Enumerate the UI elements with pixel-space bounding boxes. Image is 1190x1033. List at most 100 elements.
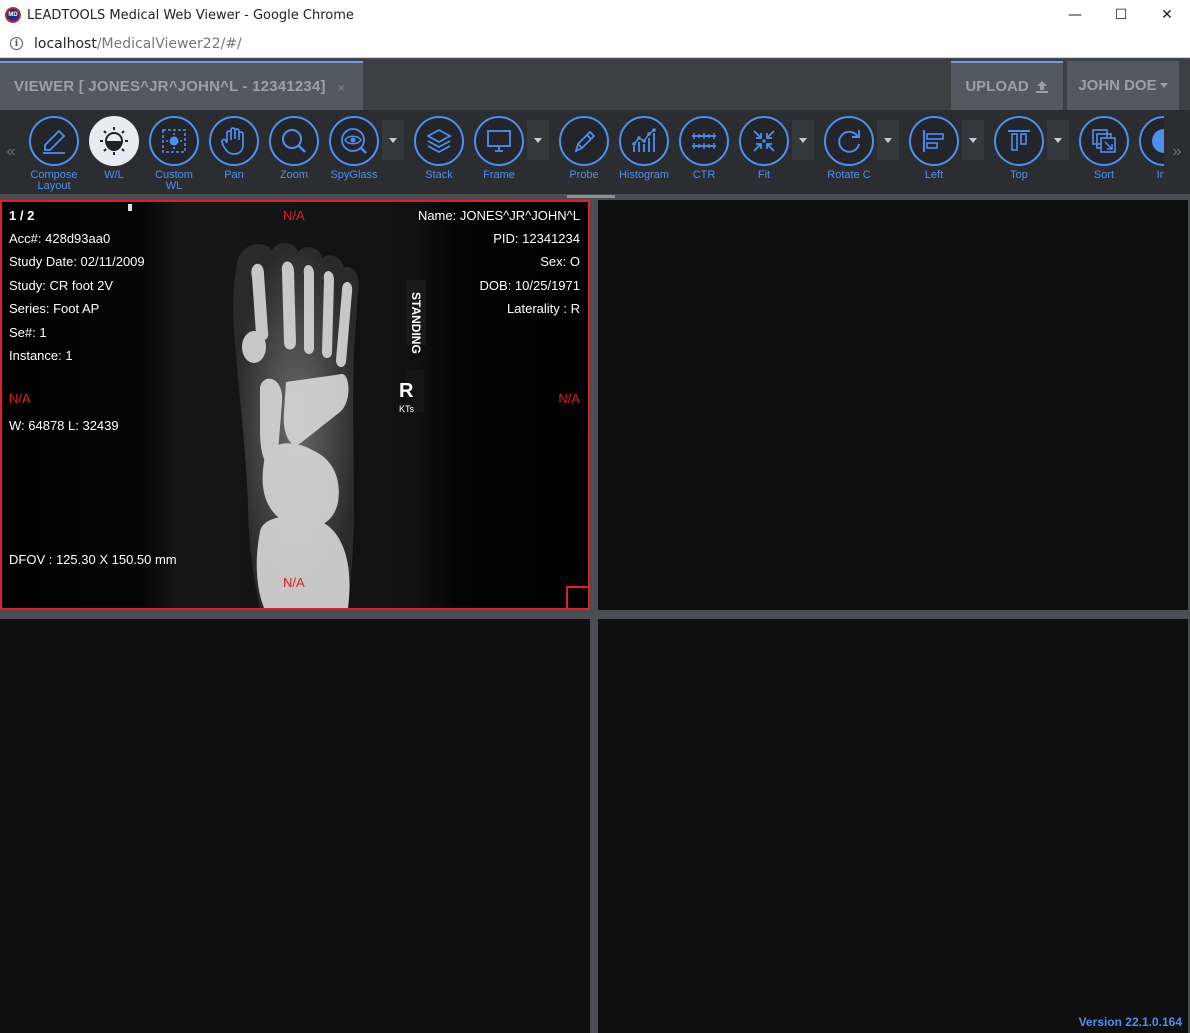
url-path: /MedicalViewer22/#/: [96, 35, 242, 52]
tool-label: Top: [1010, 169, 1028, 181]
ctr-ruler-icon: [692, 133, 716, 149]
orientation-tick: [128, 204, 132, 211]
viewport-2[interactable]: [598, 200, 1188, 610]
left-center-label: N/A: [9, 391, 31, 406]
upload-icon: [1035, 80, 1048, 93]
app-header: VIEWER [ JONES^JR^JOHN^L - 12341234] × U…: [0, 59, 1190, 110]
viewer-tab[interactable]: VIEWER [ JONES^JR^JOHN^L - 12341234] ×: [0, 61, 363, 110]
tab-close-icon[interactable]: ×: [338, 81, 345, 95]
maximize-button[interactable]: ☐: [1098, 0, 1144, 30]
instance-number: Instance: 1: [9, 348, 73, 363]
frame-monitor-icon: [487, 130, 511, 152]
laterality: Laterality : R: [507, 301, 580, 316]
tool-label: Left: [924, 169, 944, 181]
viewport-resize-handle[interactable]: [566, 586, 588, 608]
toolbar: « Compose Layout W/L Custom WL Pan Zoom Sp…: [0, 110, 1190, 194]
series-number: Se#: 1: [9, 325, 47, 340]
accession-number: Acc#: 428d93aa0: [9, 231, 111, 246]
chevron-down-icon: [389, 137, 397, 143]
chevron-down-icon: [884, 137, 892, 143]
rotate-clockwise-icon: [838, 130, 860, 153]
frame-dropdown[interactable]: [527, 120, 549, 160]
upload-label: UPLOAD: [965, 78, 1029, 95]
chevron-down-icon: [969, 137, 977, 143]
tool-label: Frame: [483, 169, 515, 181]
compose-layout-button[interactable]: Compose Layout: [24, 116, 84, 194]
toolbar-scroll-right-button[interactable]: »: [1164, 110, 1190, 194]
chevron-down-icon: [534, 137, 542, 143]
url-text[interactable]: localhost/MedicalViewer22/#/: [34, 36, 242, 52]
site-info-icon[interactable]: i: [10, 37, 23, 50]
align-top-button[interactable]: Top: [989, 116, 1069, 194]
url-host: localhost: [34, 35, 97, 52]
viewer-tab-label: VIEWER [ JONES^JR^JOHN^L - 12341234]: [14, 78, 326, 95]
toolbar-scrollbar[interactable]: [0, 194, 1190, 199]
study-date: Study Date: 02/11/2009: [9, 254, 145, 269]
top-center-label: N/A: [283, 208, 305, 223]
toolbar-scrollbar-thumb[interactable]: [567, 195, 615, 198]
patient-id: PID: 12341234: [493, 231, 580, 246]
histogram-icon: [632, 128, 656, 152]
window-controls: — ☐ ✕: [1052, 0, 1190, 30]
fit-button[interactable]: Fit: [734, 116, 814, 194]
pan-hand-icon: [221, 127, 244, 155]
probe-button[interactable]: Probe: [554, 116, 614, 194]
chevron-down-icon: [1159, 83, 1168, 88]
patient-name: Name: JONES^JR^JOHN^L: [417, 208, 580, 223]
custom-wl-button[interactable]: Custom WL: [144, 116, 204, 194]
rotate-dropdown[interactable]: [877, 120, 899, 160]
zoom-button[interactable]: Zoom: [264, 116, 324, 194]
window-level-icon: [100, 127, 128, 155]
align-left-button[interactable]: Left: [904, 116, 984, 194]
minimize-button[interactable]: —: [1052, 0, 1098, 30]
user-name: JOHN DOE: [1078, 77, 1157, 94]
leadtools-app-icon: MD: [5, 7, 21, 23]
standing-marker: STANDING: [409, 292, 423, 354]
bottom-center-label: N/A: [283, 575, 305, 590]
viewport-4[interactable]: Version 22.1.0.164: [598, 619, 1188, 1033]
stack-button[interactable]: Stack: [409, 116, 469, 194]
upload-button[interactable]: UPLOAD: [951, 61, 1063, 110]
probe-pen-icon: [574, 130, 596, 153]
tool-label: Fit: [757, 169, 771, 181]
spyglass-eye-icon: [341, 128, 367, 154]
chevron-down-icon: [1054, 137, 1062, 143]
align-top-icon: [1008, 130, 1030, 151]
spyglass-dropdown[interactable]: [382, 120, 404, 160]
version-label: Version 22.1.0.164: [1078, 1015, 1182, 1029]
tool-label: Rotate C: [827, 169, 871, 181]
frame-counter: 1 / 2: [9, 208, 35, 223]
spyglass-button[interactable]: SpyGlass: [324, 116, 404, 194]
frame-button[interactable]: Frame: [469, 116, 549, 194]
zoom-magnifier-icon: [282, 129, 306, 153]
compose-layout-icon: [43, 129, 66, 154]
patient-dob: DOB: 10/25/1971: [479, 278, 580, 293]
tool-label: SpyGlass: [330, 169, 378, 181]
rotate-clockwise-button[interactable]: Rotate C: [819, 116, 899, 194]
dfov-readout: DFOV : 125.30 X 150.50 mm: [9, 552, 177, 567]
histogram-button[interactable]: Histogram: [614, 116, 674, 194]
viewport-3[interactable]: [0, 619, 590, 1033]
sort-icon: [1092, 129, 1116, 153]
patient-sex: Sex: O: [540, 254, 580, 269]
top-dropdown[interactable]: [1047, 120, 1069, 160]
align-left-icon: [923, 130, 944, 152]
browser-title-bar: MD LEADTOOLS Medical Web Viewer - Google…: [0, 0, 1190, 30]
study-description: Study: CR foot 2V: [9, 278, 114, 293]
sort-button[interactable]: Sort: [1074, 116, 1134, 194]
pan-button[interactable]: Pan: [204, 116, 264, 194]
address-bar[interactable]: i localhost/MedicalViewer22/#/: [0, 30, 1190, 58]
window-level-button[interactable]: W/L: [84, 116, 144, 194]
ctr-button[interactable]: CTR: [674, 116, 734, 194]
series-description: Series: Foot AP: [9, 301, 100, 316]
fit-dropdown[interactable]: [792, 120, 814, 160]
user-menu-button[interactable]: JOHN DOE: [1067, 61, 1179, 110]
laterality-marker: R: [399, 380, 414, 402]
window-title: LEADTOOLS Medical Web Viewer - Google Ch…: [27, 7, 354, 23]
stack-layers-icon: [426, 129, 452, 153]
fit-arrows-icon: [753, 130, 775, 152]
align-dropdown[interactable]: [962, 120, 984, 160]
close-window-button[interactable]: ✕: [1144, 0, 1190, 30]
custom-wl-icon: [162, 129, 186, 153]
viewport-1[interactable]: STANDING R KTs 1 / 2 N/A Acc#: 428d93aa0…: [0, 200, 590, 610]
